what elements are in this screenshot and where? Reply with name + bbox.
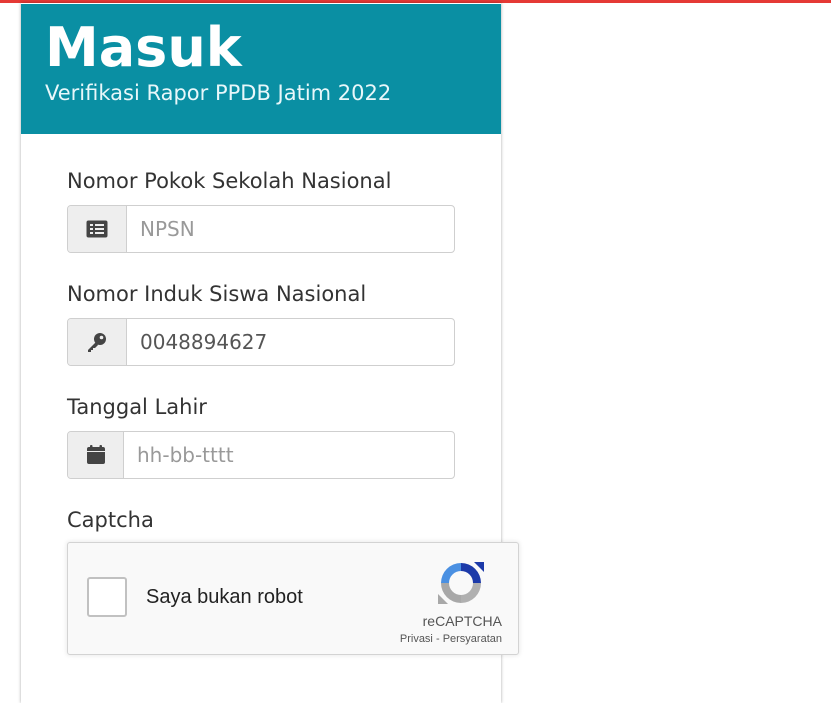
recaptcha-logo-icon: [438, 562, 484, 604]
nisn-input-group: [67, 318, 455, 366]
npsn-input[interactable]: [126, 206, 454, 252]
recaptcha-link-separator: -: [435, 633, 440, 645]
list-alt-icon: [68, 206, 127, 252]
page-title: Masuk: [45, 16, 242, 79]
captcha-label: Captcha: [67, 508, 154, 532]
birthdate-input[interactable]: [123, 432, 454, 478]
recaptcha-widget: Saya bukan robot reCAPTCHA Privasi - Per…: [67, 542, 519, 655]
nisn-label: Nomor Induk Siswa Nasional: [67, 282, 367, 306]
birthdate-label: Tanggal Lahir: [67, 395, 207, 419]
recaptcha-privacy-link[interactable]: Privasi: [400, 633, 433, 645]
recaptcha-terms-link[interactable]: Persyaratan: [443, 633, 502, 645]
nisn-input[interactable]: [126, 319, 454, 365]
recaptcha-checkbox[interactable]: [87, 577, 127, 617]
npsn-input-group: [67, 205, 455, 253]
card-header: Masuk Verifikasi Rapor PPDB Jatim 2022: [21, 4, 501, 134]
recaptcha-checkbox-label: Saya bukan robot: [146, 586, 303, 608]
recaptcha-brand-text: reCAPTCHA: [422, 613, 502, 629]
npsn-label: Nomor Pokok Sekolah Nasional: [67, 169, 392, 193]
calendar-icon: [68, 432, 124, 478]
page-subtitle: Verifikasi Rapor PPDB Jatim 2022: [45, 81, 392, 105]
key-icon: [68, 319, 127, 365]
birthdate-input-group: [67, 431, 455, 479]
recaptcha-links: Privasi - Persyaratan: [400, 633, 502, 645]
